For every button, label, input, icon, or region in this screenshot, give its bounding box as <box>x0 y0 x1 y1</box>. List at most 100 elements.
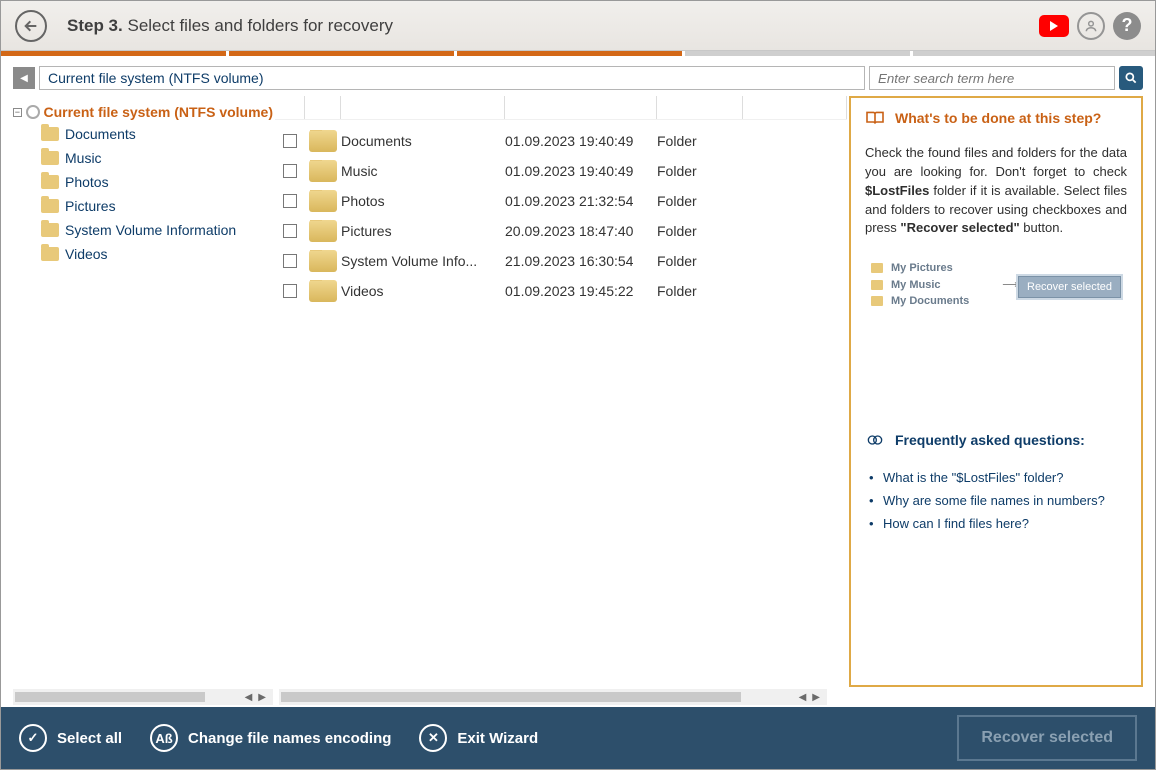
file-date: 21.09.2023 16:30:54 <box>505 253 657 269</box>
folder-icon <box>41 175 59 189</box>
wizard-footer: ✓ Select all Aß Change file names encodi… <box>1 707 1155 769</box>
tree-item-label: Photos <box>65 174 109 190</box>
file-row[interactable]: System Volume Info... 21.09.2023 16:30:5… <box>275 246 847 276</box>
tree-item[interactable]: Pictures <box>41 198 273 214</box>
folder-icon <box>309 250 337 272</box>
book-icon <box>865 110 885 126</box>
folder-icon <box>41 247 59 261</box>
file-date: 20.09.2023 18:47:40 <box>505 223 657 239</box>
step-number: Step 3. <box>67 16 123 35</box>
close-icon: ✕ <box>419 724 447 752</box>
tree-item[interactable]: Videos <box>41 246 273 262</box>
scroll-left-icon: ◀ <box>242 692 256 703</box>
folder-icon <box>41 127 59 141</box>
search-button[interactable] <box>1119 66 1143 90</box>
help-panel: What's to be done at this step? Check th… <box>849 96 1143 687</box>
file-name: Photos <box>341 193 505 209</box>
search-input[interactable] <box>869 66 1115 90</box>
faq-item[interactable]: How can I find files here? <box>865 512 1127 535</box>
encoding-button[interactable]: Aß Change file names encoding <box>150 724 391 752</box>
user-icon[interactable] <box>1077 12 1105 40</box>
folder-icon <box>871 296 883 306</box>
file-row[interactable]: Videos 01.09.2023 19:45:22 Folder <box>275 276 847 306</box>
file-type: Folder <box>657 163 743 179</box>
recover-chip: Recover selected <box>1018 276 1121 298</box>
faq-item[interactable]: Why are some file names in numbers? <box>865 489 1127 512</box>
file-date: 01.09.2023 21:32:54 <box>505 193 657 209</box>
wizard-header: Step 3. Select files and folders for rec… <box>1 1 1155 51</box>
folder-icon <box>41 199 59 213</box>
help-text: Check the found files and folders for th… <box>865 144 1127 238</box>
tree-item-label: Pictures <box>65 198 116 214</box>
tree-item[interactable]: Photos <box>41 174 273 190</box>
tree-item-label: Videos <box>65 246 108 262</box>
file-date: 01.09.2023 19:45:22 <box>505 283 657 299</box>
step-title: Step 3. Select files and folders for rec… <box>67 16 393 36</box>
recover-selected-button[interactable]: Recover selected <box>957 715 1137 761</box>
file-list: Documents 01.09.2023 19:40:49 Folder Mus… <box>275 96 847 687</box>
scroll-left-icon: ◀ <box>796 692 810 703</box>
tree-item-label: Documents <box>65 126 136 142</box>
file-type: Folder <box>657 223 743 239</box>
file-row[interactable]: Photos 01.09.2023 21:32:54 Folder <box>275 186 847 216</box>
file-row[interactable]: Pictures 20.09.2023 18:47:40 Folder <box>275 216 847 246</box>
scroll-right-icon: ▶ <box>809 692 823 703</box>
path-back-button[interactable] <box>13 67 35 89</box>
folder-icon <box>871 280 883 290</box>
row-checkbox[interactable] <box>283 194 297 208</box>
file-row[interactable]: Documents 01.09.2023 19:40:49 Folder <box>275 126 847 156</box>
file-row[interactable]: Music 01.09.2023 19:40:49 Folder <box>275 156 847 186</box>
file-date: 01.09.2023 19:40:49 <box>505 133 657 149</box>
tree-root-checkbox[interactable] <box>26 105 40 119</box>
file-name: System Volume Info... <box>341 253 505 269</box>
file-type: Folder <box>657 283 743 299</box>
select-all-icon: ✓ <box>19 724 47 752</box>
row-checkbox[interactable] <box>283 254 297 268</box>
file-type: Folder <box>657 193 743 209</box>
faq-item[interactable]: What is the "$LostFiles" folder? <box>865 466 1127 489</box>
folder-icon <box>309 220 337 242</box>
tree-root-label: Current file system (NTFS volume) <box>44 104 274 120</box>
arrow-icon: ⟶ <box>1002 278 1018 291</box>
exit-wizard-button[interactable]: ✕ Exit Wizard <box>419 724 538 752</box>
row-checkbox[interactable] <box>283 164 297 178</box>
folder-icon <box>309 130 337 152</box>
youtube-icon[interactable] <box>1039 15 1069 37</box>
select-all-button[interactable]: ✓ Select all <box>19 724 122 752</box>
collapse-icon[interactable]: − <box>13 108 22 117</box>
folder-icon <box>41 151 59 165</box>
back-button[interactable] <box>15 10 47 42</box>
folder-icon <box>41 223 59 237</box>
tree-item[interactable]: Documents <box>41 126 273 142</box>
folder-icon <box>309 190 337 212</box>
tree-item[interactable]: System Volume Information <box>41 222 273 238</box>
file-name: Music <box>341 163 505 179</box>
folder-icon <box>309 160 337 182</box>
faq-list: What is the "$LostFiles" folder? Why are… <box>865 466 1127 535</box>
file-date: 01.09.2023 19:40:49 <box>505 163 657 179</box>
tree-item[interactable]: Music <box>41 150 273 166</box>
faq-title: Frequently asked questions: <box>865 432 1127 448</box>
scroll-right-icon: ▶ <box>255 692 269 703</box>
file-name: Pictures <box>341 223 505 239</box>
list-scrollbar[interactable]: ◀▶ <box>279 689 827 705</box>
help-step-title: What's to be done at this step? <box>865 110 1127 126</box>
help-illustration: My Pictures My Music⟶ My Documents Recov… <box>865 256 1127 317</box>
faq-icon <box>865 432 885 448</box>
file-name: Videos <box>341 283 505 299</box>
row-checkbox[interactable] <box>283 224 297 238</box>
file-type: Folder <box>657 253 743 269</box>
tree-root[interactable]: − Current file system (NTFS volume) <box>13 104 273 120</box>
file-type: Folder <box>657 133 743 149</box>
tree-scrollbar[interactable]: ◀▶ <box>13 689 273 705</box>
tree-item-label: System Volume Information <box>65 222 236 238</box>
breadcrumb[interactable]: Current file system (NTFS volume) <box>39 66 865 90</box>
folder-tree: − Current file system (NTFS volume) Docu… <box>13 96 273 687</box>
file-list-header <box>275 96 847 120</box>
encoding-icon: Aß <box>150 724 178 752</box>
folder-icon <box>871 263 883 273</box>
step-subtitle: Select files and folders for recovery <box>127 16 393 35</box>
row-checkbox[interactable] <box>283 284 297 298</box>
help-icon[interactable]: ? <box>1113 12 1141 40</box>
row-checkbox[interactable] <box>283 134 297 148</box>
